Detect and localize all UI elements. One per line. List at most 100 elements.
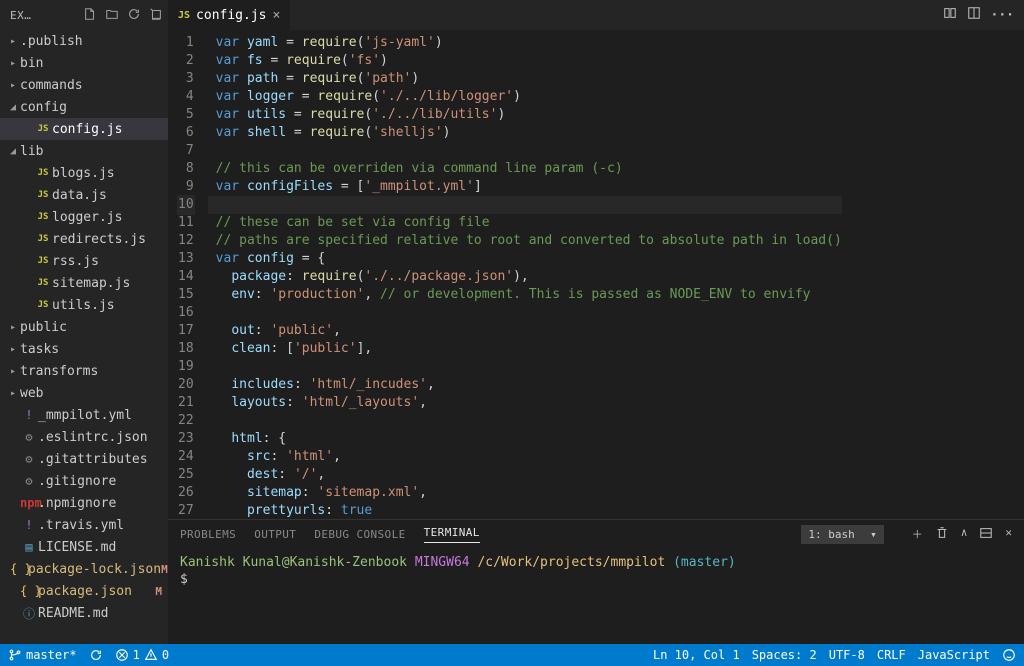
folder-item[interactable]: ▸tasks — [0, 338, 168, 360]
status-indent[interactable]: Spaces: 2 — [752, 648, 817, 662]
file-item[interactable]: JSlogger.js — [0, 206, 168, 228]
status-feedback-icon[interactable] — [1002, 648, 1016, 662]
tree-item-label: utils.js — [52, 298, 115, 313]
tree-item-label: bin — [20, 56, 43, 71]
terminal-path: /c/Work/projects/mmpilot — [477, 555, 665, 570]
terminal-branch: (master) — [673, 555, 736, 570]
status-branch[interactable]: master* — [8, 648, 77, 662]
twisty-icon: ▸ — [8, 80, 18, 91]
twisty-icon: ◢ — [8, 102, 18, 113]
tree-item-label: logger.js — [52, 210, 122, 225]
status-cursor[interactable]: Ln 10, Col 1 — [653, 648, 740, 662]
code-editor[interactable]: 1234567891011121314151617181920212223242… — [168, 30, 1024, 519]
file-item[interactable]: JSredirects.js — [0, 228, 168, 250]
tree-item-label: web — [20, 386, 43, 401]
js-file-icon: JS — [34, 300, 52, 310]
new-file-icon[interactable] — [82, 7, 98, 24]
panel-tab-terminal[interactable]: TERMINAL — [424, 526, 480, 543]
file-item[interactable]: JSutils.js — [0, 294, 168, 316]
scm-badge: M — [161, 563, 168, 576]
file-item[interactable]: JSconfig.js — [0, 118, 168, 140]
folder-item[interactable]: ▸commands — [0, 74, 168, 96]
file-item[interactable]: { }package-lock.jsonM — [0, 558, 168, 580]
collapse-all-icon[interactable] — [148, 7, 164, 24]
tab-config-js[interactable]: JS config.js × — [168, 0, 291, 30]
more-actions-icon[interactable]: ··· — [991, 8, 1014, 23]
tree-item-label: package.json — [38, 584, 132, 599]
new-folder-icon[interactable] — [104, 7, 120, 24]
folder-item[interactable]: ▸public — [0, 316, 168, 338]
tree-item-label: .gitattributes — [38, 452, 148, 467]
yaml-file-icon: ! — [20, 518, 38, 532]
explorer-header: EX… — [0, 0, 168, 30]
tree-item-label: tasks — [20, 342, 59, 357]
file-item[interactable]: JSsitemap.js — [0, 272, 168, 294]
file-item[interactable]: ⚙.gitignore — [0, 470, 168, 492]
scm-badge: M — [155, 585, 162, 598]
panel-tab-debug-console[interactable]: DEBUG CONSOLE — [314, 528, 405, 541]
file-item[interactable]: ⚙.eslintrc.json — [0, 426, 168, 448]
refresh-icon[interactable] — [126, 7, 142, 24]
diff-icon[interactable] — [943, 6, 957, 24]
folder-item[interactable]: ◢lib — [0, 140, 168, 162]
js-file-icon: JS — [34, 190, 52, 200]
twisty-icon: ▸ — [8, 344, 18, 355]
tab-label: config.js — [196, 8, 266, 23]
file-tree[interactable]: ▸.publish▸bin▸commands◢configJSconfig.js… — [0, 30, 168, 644]
terminal-prompt-symbol: $ — [180, 572, 188, 587]
js-file-icon: JS — [34, 256, 52, 266]
js-file-icon: JS — [34, 278, 52, 288]
close-panel-icon[interactable]: ✕ — [1005, 526, 1012, 543]
status-language[interactable]: JavaScript — [918, 648, 990, 662]
close-tab-icon[interactable]: × — [273, 8, 281, 23]
panel-layout-icon[interactable] — [979, 526, 993, 543]
json-file-icon: { } — [20, 584, 38, 598]
explorer-title: EX… — [10, 9, 76, 22]
tree-item-label: _mmpilot.yml — [38, 408, 132, 423]
file-item[interactable]: JSdata.js — [0, 184, 168, 206]
terminal-output[interactable]: Kanishk Kunal@Kanishk-Zenbook MINGW64 /c… — [168, 548, 1024, 644]
file-item[interactable]: JSrss.js — [0, 250, 168, 272]
kill-terminal-icon[interactable] — [935, 526, 949, 543]
config-file-icon: ⚙ — [20, 474, 38, 488]
status-eol[interactable]: CRLF — [877, 648, 906, 662]
status-sync[interactable] — [89, 648, 103, 662]
tree-item-label: .eslintrc.json — [38, 430, 148, 445]
tree-item-label: sitemap.js — [52, 276, 130, 291]
yaml-file-icon: ! — [20, 408, 38, 422]
editor-area: JS config.js × ··· 123456789101112131415… — [168, 0, 1024, 644]
twisty-icon: ◢ — [8, 146, 18, 157]
folder-item[interactable]: ▸.publish — [0, 30, 168, 52]
tree-item-label: .gitignore — [38, 474, 116, 489]
status-encoding[interactable]: UTF-8 — [829, 648, 865, 662]
tree-item-label: config — [20, 100, 67, 115]
code-content[interactable]: var yaml = require('js-yaml')var fs = re… — [208, 30, 842, 519]
readme-icon: ⓘ — [20, 605, 38, 622]
config-file-icon: ⚙ — [20, 452, 38, 466]
tree-item-label: config.js — [52, 122, 122, 137]
status-problems[interactable]: 1 0 — [115, 648, 169, 662]
panel-tab-output[interactable]: OUTPUT — [254, 528, 296, 541]
maximize-panel-icon[interactable]: ∧ — [961, 526, 968, 543]
panel-tab-problems[interactable]: PROBLEMS — [180, 528, 236, 541]
folder-item[interactable]: ▸web — [0, 382, 168, 404]
file-item[interactable]: ⓘREADME.md — [0, 602, 168, 624]
js-file-icon: JS — [178, 10, 190, 21]
terminal-shell-select[interactable]: 1: bash — [801, 525, 883, 544]
tree-item-label: redirects.js — [52, 232, 146, 247]
file-item[interactable]: !.travis.yml — [0, 514, 168, 536]
file-item[interactable]: { }package.json M — [0, 580, 168, 602]
file-item[interactable]: JSblogs.js — [0, 162, 168, 184]
new-terminal-icon[interactable]: ＋ — [912, 526, 923, 543]
terminal-user: Kanishk Kunal@Kanishk-Zenbook — [180, 555, 407, 570]
file-item[interactable]: ⚙.gitattributes — [0, 448, 168, 470]
file-item[interactable]: npm.npmignore — [0, 492, 168, 514]
file-item[interactable]: ▤LICENSE.md — [0, 536, 168, 558]
terminal-env: MINGW64 — [415, 555, 470, 570]
tree-item-label: .publish — [20, 34, 83, 49]
folder-item[interactable]: ◢config — [0, 96, 168, 118]
folder-item[interactable]: ▸bin — [0, 52, 168, 74]
split-editor-icon[interactable] — [967, 6, 981, 24]
folder-item[interactable]: ▸transforms — [0, 360, 168, 382]
file-item[interactable]: !_mmpilot.yml — [0, 404, 168, 426]
